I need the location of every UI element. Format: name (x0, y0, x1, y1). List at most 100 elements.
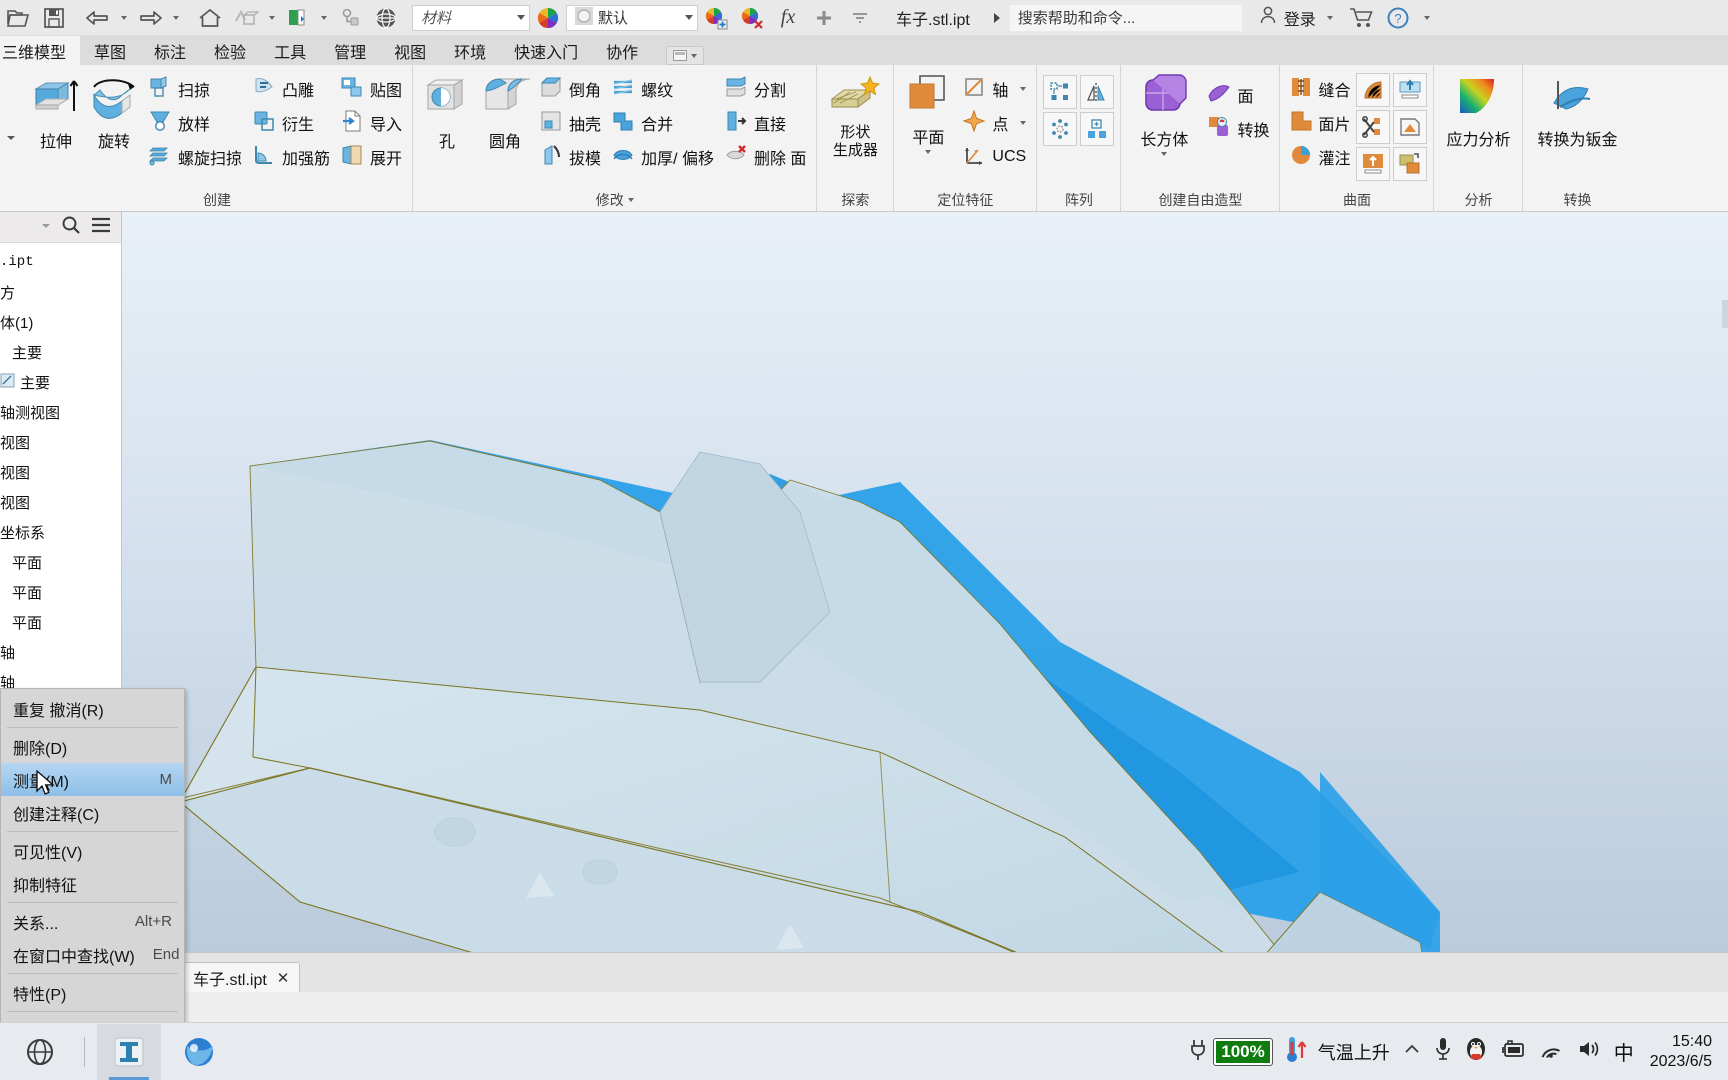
tab-3d-model[interactable]: 三维模型 (0, 36, 81, 65)
ime-indicator[interactable]: 中 (1614, 1037, 1634, 1066)
tab-annotate[interactable]: 标注 (140, 36, 200, 65)
sweep-button[interactable]: 扫掠 (144, 73, 246, 105)
search-input[interactable]: 搜索帮助和命令... (1009, 4, 1242, 31)
material-dropdown-arrow[interactable] (316, 15, 332, 20)
microphone-icon[interactable] (1434, 1036, 1452, 1067)
freeform-box-button[interactable]: 长方体 (1127, 69, 1201, 156)
tree-node[interactable]: 平面 (0, 607, 121, 637)
mirror-button[interactable] (1080, 75, 1115, 109)
tab-overflow-button[interactable] (666, 46, 705, 65)
tab-inspect[interactable]: 检验 (200, 36, 260, 65)
material-stack-button[interactable] (280, 1, 316, 35)
tree-node[interactable]: 轴 (0, 637, 121, 667)
tree-node[interactable]: 主要 (0, 337, 121, 367)
menu-item-repeat-undo[interactable]: 重复 撤消(R) (1, 692, 184, 725)
trim-surface-button[interactable] (1356, 110, 1391, 144)
freeform-convert-button[interactable]: 转换 (1203, 113, 1273, 145)
loft-button[interactable]: 放样 (144, 107, 246, 139)
model-viewport[interactable]: Z (0, 212, 1728, 952)
help-button[interactable]: ? (1380, 1, 1416, 35)
circular-pattern-button[interactable] (1043, 112, 1078, 146)
undo-dropdown-arrow[interactable] (116, 15, 132, 20)
decal-button[interactable]: 贴图 (336, 73, 406, 105)
tree-node[interactable]: 主要 (0, 367, 121, 397)
import-button[interactable]: 导入 (336, 107, 406, 139)
clock-widget[interactable]: 15:40 2023/6/5 (1646, 1032, 1718, 1071)
sketch-driven-pattern-button[interactable] (1080, 112, 1115, 146)
tab-sketch[interactable]: 草图 (80, 36, 140, 65)
thread-button[interactable]: 螺纹 (607, 73, 718, 105)
battery-indicator[interactable]: 100% (1186, 1036, 1273, 1067)
material-combobox[interactable]: 材料 (412, 4, 530, 31)
thicken-surface-button[interactable] (1356, 147, 1391, 181)
document-tab[interactable]: 车子.stl.ipt ✕ (182, 962, 301, 992)
combine-button[interactable]: 合并 (607, 107, 718, 139)
copy-surface-button[interactable] (1393, 147, 1428, 181)
search-icon[interactable] (61, 215, 81, 240)
hole-button[interactable]: 孔 (419, 69, 475, 152)
ucs-button[interactable]: UCS (958, 141, 1030, 173)
menu-item-help-topics[interactable]: 帮助主题(H)... (1, 1014, 184, 1022)
document-title-arrow[interactable] (984, 11, 1010, 25)
redo-button[interactable] (132, 1, 168, 35)
coil-button[interactable]: 螺旋扫掠 (144, 141, 246, 173)
chevron-down-icon[interactable] (1020, 87, 1027, 91)
viewport-scrollbar[interactable] (1722, 300, 1728, 328)
help-dropdown-arrow[interactable] (1416, 15, 1438, 20)
extend-surface-button[interactable] (1393, 73, 1428, 107)
fillet-button[interactable]: 圆角 (477, 69, 533, 152)
stress-analysis-button[interactable]: 应力分析 (1440, 69, 1516, 150)
tree-node[interactable]: 轴测视图 (0, 397, 121, 427)
menu-item-find-in-window[interactable]: 在窗口中查找(W) End (1, 938, 184, 971)
taskbar-browser-app[interactable] (167, 1024, 231, 1080)
tree-node[interactable]: 坐标系 (0, 517, 121, 547)
start-button[interactable] (8, 1024, 72, 1080)
unwrap-button[interactable]: 展开 (336, 141, 406, 173)
hamburger-menu-icon[interactable] (91, 217, 111, 238)
menu-item-delete[interactable]: 删除(D) (1, 730, 184, 763)
signin-dropdown-arrow[interactable] (1316, 15, 1344, 20)
volume-icon[interactable] (1576, 1038, 1602, 1065)
thicken-offset-button[interactable]: 加厚/ 偏移 (607, 141, 718, 173)
work-point-button[interactable]: 点 (958, 107, 1030, 139)
material-color-wheel[interactable] (530, 1, 566, 35)
stitch-button[interactable]: 缝合 (1286, 73, 1354, 105)
menu-item-create-note[interactable]: 创建注释(C) (1, 796, 184, 829)
revolve-button[interactable]: 旋转 (86, 69, 142, 152)
replace-face-button[interactable] (1393, 110, 1428, 144)
tab-collaborate[interactable]: 协作 (592, 36, 652, 65)
tree-node[interactable]: 体(1) (0, 307, 121, 337)
undo-button[interactable] (80, 1, 116, 35)
sculpt-button[interactable]: 灌注 (1286, 141, 1354, 173)
convert-sheetmetal-button[interactable]: 转换为钣金 (1529, 69, 1625, 150)
wifi-icon[interactable] (1538, 1038, 1564, 1065)
draft-button[interactable]: 拔模 (535, 141, 605, 173)
shell-button[interactable]: 抽壳 (535, 107, 605, 139)
tree-node[interactable]: 方 (0, 277, 121, 307)
qat-overflow-button[interactable] (842, 1, 878, 35)
chamfer-button[interactable]: 倒角 (535, 73, 605, 105)
rectangular-pattern-button[interactable] (1043, 75, 1078, 109)
chevron-down-icon[interactable] (1020, 121, 1027, 125)
add-button[interactable] (806, 1, 842, 35)
tree-node[interactable]: 平面 (0, 547, 121, 577)
open-file-button[interactable] (0, 1, 36, 35)
appearance-add-button[interactable] (698, 1, 734, 35)
chevron-down-icon[interactable] (925, 150, 932, 154)
signin-button[interactable]: 登录 (1258, 5, 1316, 30)
parameters-button[interactable]: fx (770, 1, 806, 35)
split-button[interactable]: 分割 (720, 73, 810, 105)
ribbon-scroll-left[interactable] (0, 65, 22, 211)
delete-face-button[interactable]: 删除 面 (720, 141, 810, 173)
chevron-up-icon[interactable] (1402, 1041, 1422, 1062)
browser-filter-arrow[interactable] (41, 218, 51, 236)
sphere-grid-button[interactable] (368, 1, 404, 35)
taskbar-inventor-app[interactable] (97, 1023, 161, 1080)
menu-item-measure[interactable]: 测量(M) M (1, 763, 184, 796)
qq-penguin-icon[interactable] (1464, 1036, 1488, 1067)
shape-generator-button[interactable]: 形状 生成器 (823, 69, 887, 159)
extrude-button[interactable]: 拉伸 (28, 69, 84, 152)
appearance-combobox[interactable]: 默认 (566, 4, 698, 31)
patch-button[interactable]: 面片 (1286, 107, 1354, 139)
redo-dropdown-arrow[interactable] (168, 15, 184, 20)
